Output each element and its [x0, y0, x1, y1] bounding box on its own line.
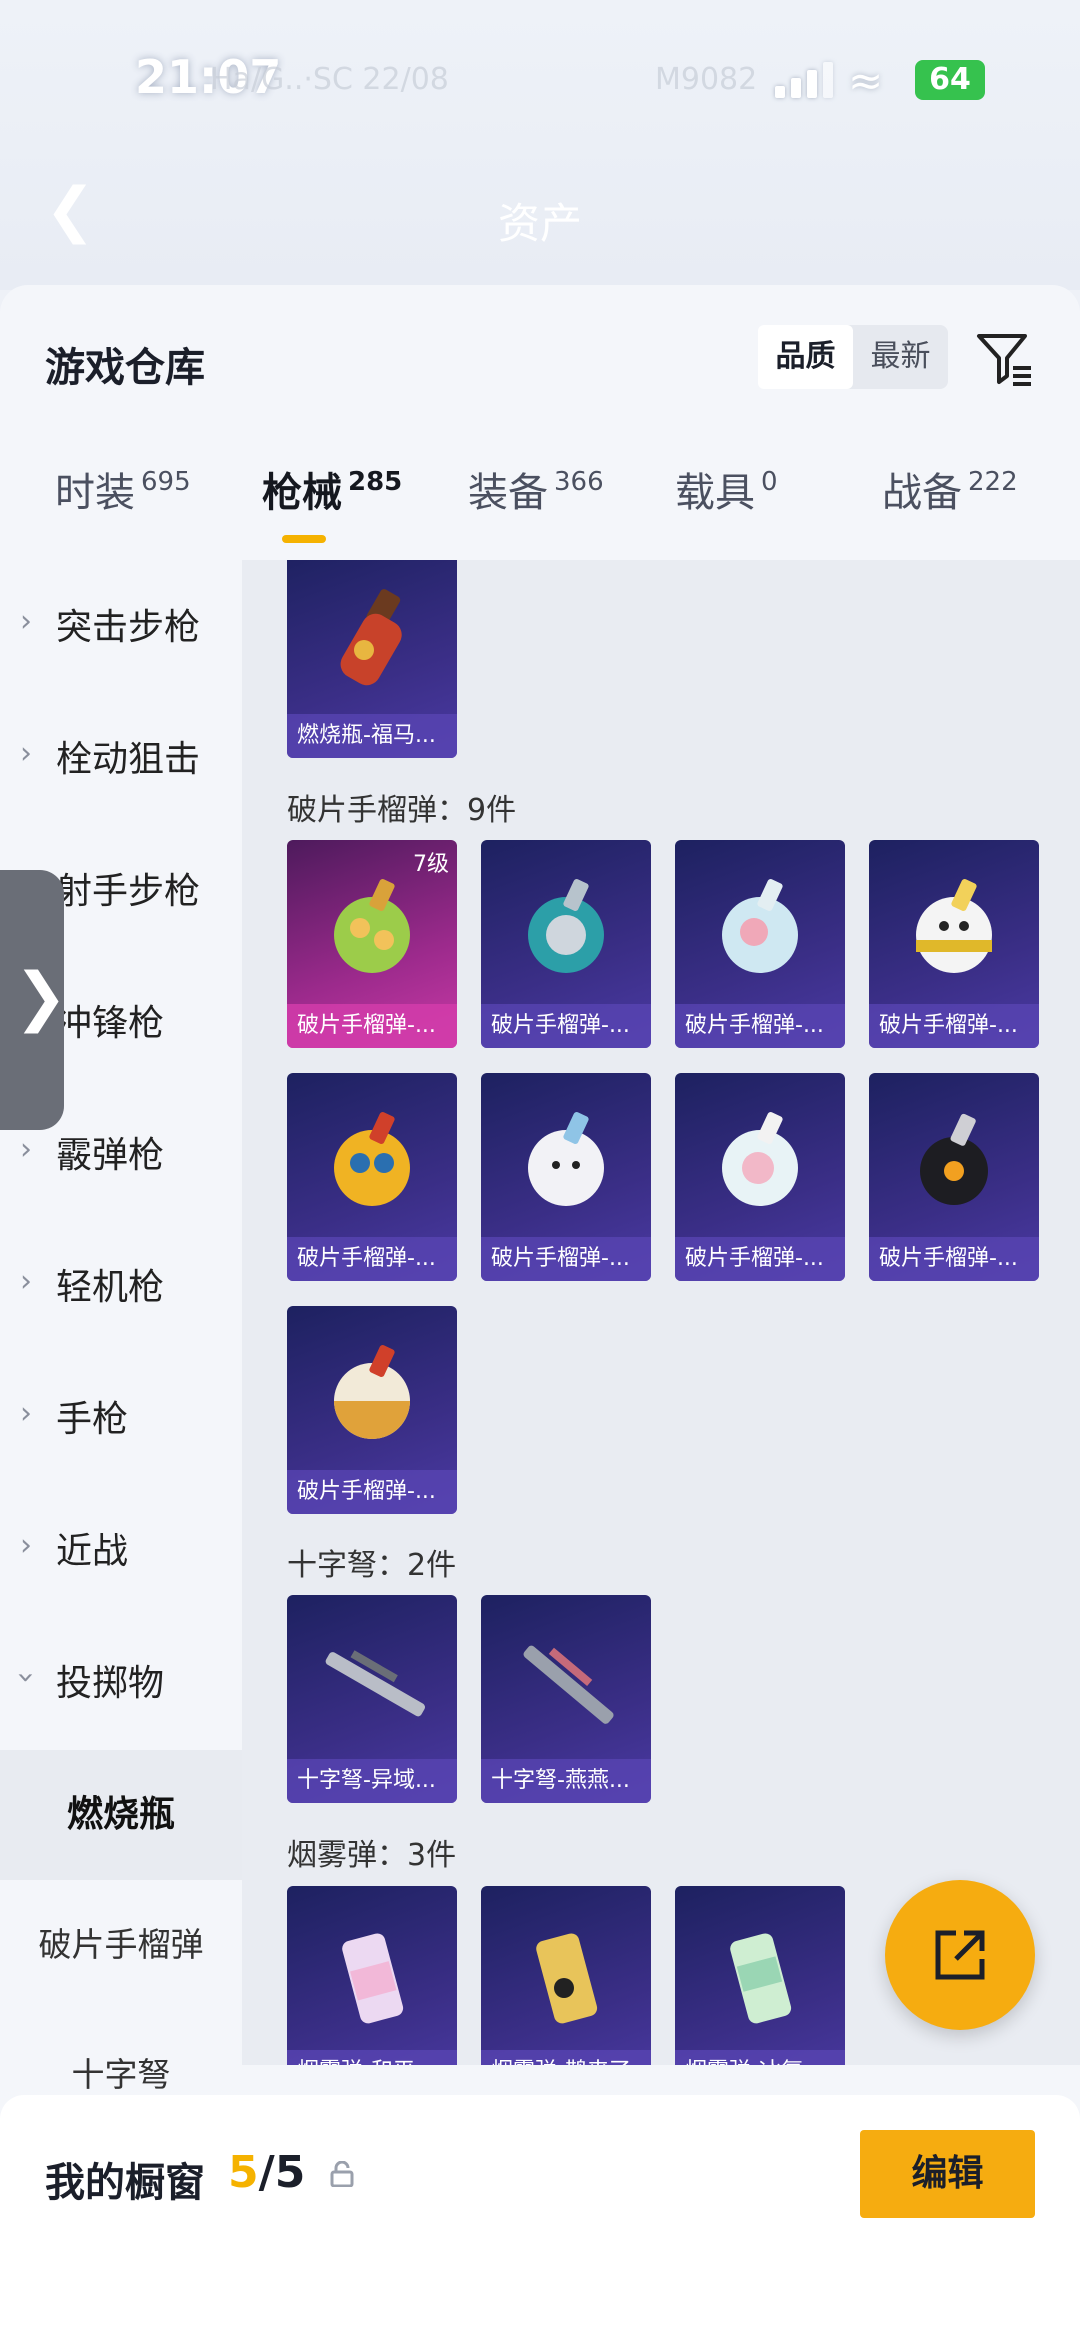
page-title: 游戏仓库	[45, 345, 205, 391]
item-card-frag[interactable]: 破片手榴弹-...	[675, 1073, 845, 1281]
lock-icon	[330, 2161, 354, 2187]
item-card-molotov[interactable]: 燃烧瓶-福马...	[287, 560, 457, 758]
item-card-crossbow[interactable]: 十字弩-燕燕...	[481, 1595, 651, 1803]
section-crossbow-header: 十字弩：2件	[287, 1548, 457, 1583]
nav-bar: ❮ 资产	[40, 140, 1040, 270]
signal-icon	[775, 58, 835, 98]
item-card-frag[interactable]: 破片手榴弹-...	[287, 1306, 457, 1514]
chevron-right-icon: ›	[20, 604, 32, 639]
chevron-right-icon: ›	[20, 1264, 32, 1299]
warehouse-sheet: 游戏仓库 品质 最新 时装 695 枪械 285 装备 366 载具 0 战备 222 ›…	[0, 285, 1080, 2341]
grenade-icon	[528, 1112, 604, 1206]
showcase-bar: 我的橱窗 5/5 编辑	[0, 2095, 1080, 2341]
chevron-down-icon: ›	[8, 1671, 44, 1684]
category-pistol[interactable]: › 手枪	[0, 1352, 242, 1482]
status-faint-center: M9082	[655, 62, 758, 97]
molotov-icon	[340, 589, 402, 686]
active-tab-indicator	[282, 535, 326, 543]
item-card-frag[interactable]: 破片手榴弹-...	[287, 1073, 457, 1281]
item-card-smoke[interactable]: 烟雾弹-和平...	[287, 1886, 457, 2065]
share-fab-button[interactable]	[885, 1880, 1035, 2030]
status-bar: 21:07 Ha/G..·SC 22/08 M9082 ≈ 64	[0, 40, 1080, 120]
item-card-smoke[interactable]: 烟雾弹-冰氧...	[675, 1886, 845, 2065]
smoke-grenade-icon	[342, 1933, 404, 2024]
sort-quality-button[interactable]: 品质	[758, 325, 853, 389]
item-card-crossbow[interactable]: 十字弩-异域...	[287, 1595, 457, 1803]
tab-supplies[interactable]: 战备 222	[882, 460, 1018, 518]
grenade-icon	[722, 1112, 798, 1206]
nav-title: 资产	[497, 199, 582, 248]
grenade-icon	[334, 879, 410, 973]
wifi-icon: ≈	[848, 56, 884, 105]
smoke-grenade-icon	[536, 1933, 598, 2024]
showcase-title: 我的橱窗	[45, 2160, 205, 2206]
category-lmg[interactable]: › 轻机枪	[0, 1220, 242, 1350]
item-card-frag[interactable]: 破片手榴弹-...	[481, 1073, 651, 1281]
showcase-count: 5/5	[228, 2147, 306, 2198]
sort-toggle: 品质 最新	[758, 325, 948, 389]
chevron-right-icon: ›	[20, 1528, 32, 1563]
tab-fashion[interactable]: 时装 695	[55, 460, 191, 518]
item-card-frag[interactable]: 7级 破片手榴弹-...	[287, 840, 457, 1048]
smoke-grenade-icon	[730, 1933, 792, 2024]
subcategory-molotov[interactable]: 燃烧瓶	[0, 1750, 242, 1880]
item-card-frag[interactable]: 破片手榴弹-...	[869, 1073, 1039, 1281]
category-melee[interactable]: › 近战	[0, 1484, 242, 1614]
chevron-right-icon: ❯	[14, 960, 68, 1034]
item-card-smoke[interactable]: 烟雾弹-鹊来了	[481, 1886, 651, 2065]
status-faint-text: Ha/G..·SC 22/08	[210, 62, 449, 97]
category-list: ›突击步枪 ›栓动狙击 ›射手步枪 ›冲锋枪 ›霰弹枪 ›轻机枪 ›手枪 ›近战…	[0, 560, 242, 2094]
tab-bar: 时装 695 枪械 285 装备 366 载具 0 战备 222	[0, 460, 1080, 550]
side-drawer-handle[interactable]: ❯	[0, 870, 68, 1130]
grenade-icon	[920, 1113, 988, 1205]
chevron-right-icon: ›	[20, 736, 32, 771]
item-card-frag[interactable]: 破片手榴弹-...	[869, 840, 1039, 1048]
grenade-icon	[916, 879, 992, 973]
item-grid: 燃烧瓶-福马... 破片手榴弹：9件 7级 破片手榴弹-... 破片手榴弹-..…	[242, 560, 1080, 2065]
category-assault-rifle[interactable]: › 突击步枪	[0, 560, 242, 690]
tab-equipment[interactable]: 装备 366	[468, 460, 604, 518]
external-link-icon	[935, 1930, 985, 1980]
tab-guns[interactable]: 枪械 285	[262, 460, 402, 518]
subcategory-frag[interactable]: 破片手榴弹	[0, 1880, 242, 2010]
grenade-icon	[528, 879, 604, 973]
crossbow-icon	[325, 1650, 425, 1717]
tab-vehicles[interactable]: 载具 0	[675, 460, 778, 518]
top-header-area: 21:07 Ha/G..·SC 22/08 M9082 ≈ 64 ❮ 资产	[0, 0, 1080, 290]
filter-icon[interactable]	[975, 330, 1035, 386]
chevron-right-icon: ›	[20, 1132, 32, 1167]
edit-button[interactable]: 编辑	[860, 2130, 1035, 2218]
crossbow-icon	[523, 1645, 614, 1724]
sort-newest-button[interactable]: 最新	[853, 325, 948, 389]
section-frag-header: 破片手榴弹：9件	[287, 793, 517, 828]
grenade-icon	[334, 1345, 410, 1439]
grenade-icon	[334, 1112, 410, 1206]
battery-icon: 64	[915, 60, 985, 100]
section-smoke-header: 烟雾弹：3件	[287, 1838, 457, 1873]
category-throwables[interactable]: › 投掷物	[0, 1616, 242, 1746]
grenade-icon	[722, 879, 798, 973]
item-card-frag[interactable]: 破片手榴弹-...	[675, 840, 845, 1048]
chevron-right-icon: ›	[20, 1396, 32, 1431]
item-card-frag[interactable]: 破片手榴弹-...	[481, 840, 651, 1048]
category-bolt-sniper[interactable]: › 栓动狙击	[0, 692, 242, 822]
